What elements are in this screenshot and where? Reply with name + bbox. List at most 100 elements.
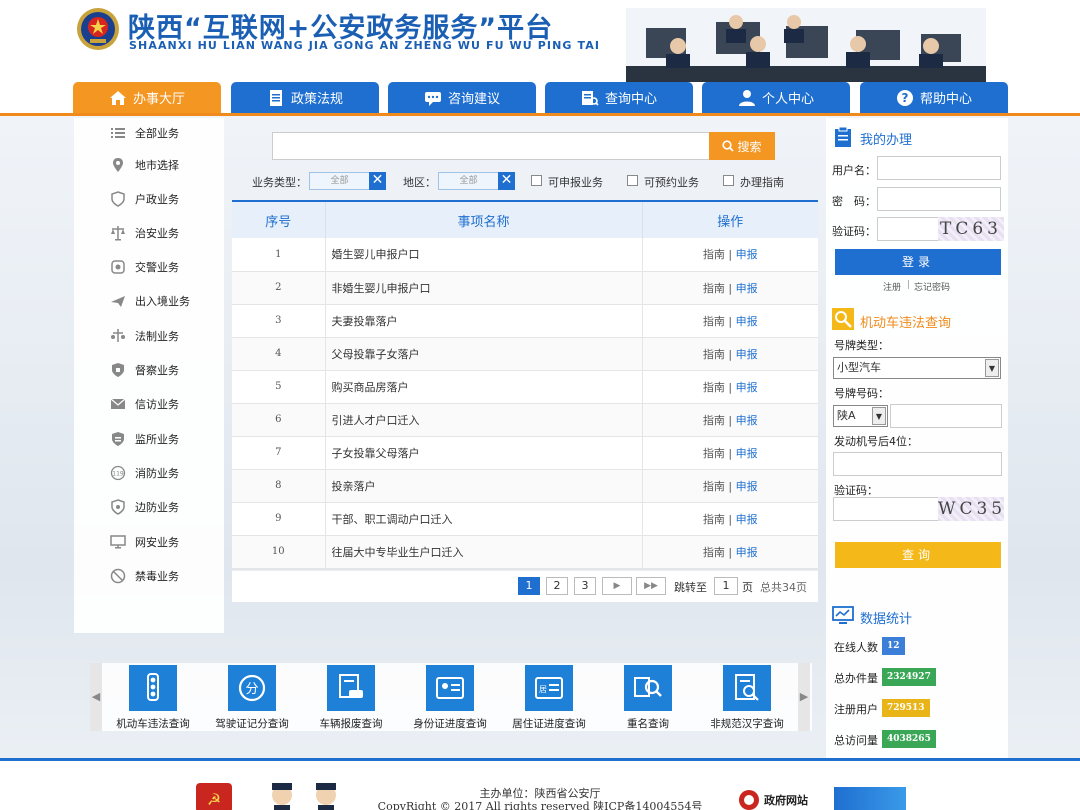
- sidebar-item-traffic[interactable]: 交警业务: [74, 252, 224, 282]
- apply-link[interactable]: 申报: [736, 480, 758, 493]
- row-item-name: 干部、职工调动户口迁入: [325, 502, 643, 536]
- quick-prev-button[interactable]: ◀: [90, 663, 102, 731]
- quick-service-item[interactable]: 非规范汉字查询: [697, 663, 797, 731]
- plane-icon: [111, 296, 125, 307]
- page-button-2[interactable]: 2: [546, 577, 568, 595]
- guide-link[interactable]: 指南: [703, 513, 725, 526]
- login-button[interactable]: 登录: [835, 249, 1001, 275]
- sidebar-item-household[interactable]: 户政业务: [74, 184, 224, 214]
- quick-service-item[interactable]: 重名查询: [598, 663, 698, 731]
- nav-tab-personal-center[interactable]: 个人中心: [702, 82, 850, 113]
- sidebar-item-detention[interactable]: 监所业务: [74, 424, 224, 454]
- police-emblem-icon: [77, 8, 119, 50]
- violation-captcha-input[interactable]: [833, 497, 939, 521]
- plate-prefix-select[interactable]: 陕A ▼: [833, 405, 888, 427]
- username-input[interactable]: [877, 156, 1001, 180]
- sidebar-item-legal[interactable]: 法制业务: [74, 321, 224, 351]
- quick-service-item[interactable]: 机动车违法查询: [103, 663, 203, 731]
- quick-next-button[interactable]: ▶: [798, 663, 810, 731]
- guide-checkbox[interactable]: [723, 175, 734, 186]
- apply-link[interactable]: 申报: [736, 381, 758, 394]
- bookable-label: 可预约业务: [644, 176, 699, 189]
- forgot-password-link[interactable]: 忘记密码: [914, 280, 950, 293]
- nav-tab-label: 帮助中心: [919, 92, 972, 107]
- violation-query-button[interactable]: 查询: [835, 542, 1001, 568]
- apply-link[interactable]: 申报: [736, 315, 758, 328]
- quick-service-item[interactable]: 车辆报废查询: [301, 663, 401, 731]
- region-select[interactable]: 全部: [438, 172, 499, 190]
- sidebar-item-border[interactable]: 边防业务: [74, 492, 224, 522]
- guide-link[interactable]: 指南: [703, 480, 725, 493]
- search-button[interactable]: 搜索: [709, 132, 775, 160]
- guide-link[interactable]: 指南: [703, 315, 725, 328]
- login-captcha-input[interactable]: [877, 217, 939, 241]
- business-type-select[interactable]: 全部: [309, 172, 370, 190]
- guide-link[interactable]: 指南: [703, 348, 725, 361]
- nav-tab-help-center[interactable]: ? 帮助中心: [860, 82, 1008, 113]
- car-scrap-icon: [339, 674, 363, 698]
- last-page-button[interactable]: ▶▶: [636, 577, 666, 595]
- sidebar-item-immigration[interactable]: 出入境业务: [74, 286, 224, 316]
- quick-service-label: 重名查询: [627, 718, 669, 730]
- action-separator: |: [728, 248, 733, 262]
- guide-link[interactable]: 指南: [703, 381, 725, 394]
- engine-number-input[interactable]: [833, 452, 1002, 476]
- apply-link[interactable]: 申报: [736, 447, 758, 460]
- nav-tab-service-hall[interactable]: 办事大厅: [73, 82, 221, 113]
- sidebar-item-city[interactable]: 地市选择: [74, 150, 224, 180]
- guide-link[interactable]: 指南: [703, 248, 725, 261]
- apply-link[interactable]: 申报: [736, 414, 758, 427]
- jump-page-input[interactable]: 1: [714, 577, 738, 595]
- violation-captcha-image[interactable]: WC35: [938, 497, 1004, 521]
- sidebar-item-label: 地市选择: [135, 159, 179, 172]
- sidebar-item-inspection[interactable]: 督察业务: [74, 355, 224, 385]
- password-input[interactable]: [877, 187, 1001, 211]
- sidebar-item-label: 户政业务: [135, 193, 179, 206]
- nav-tab-query-center[interactable]: 查询中心: [545, 82, 693, 113]
- business-type-clear-button[interactable]: ✕: [369, 172, 386, 190]
- table-row: 10 往届大中专毕业生户口迁入 指南 | 申报: [232, 535, 818, 569]
- apply-link[interactable]: 申报: [736, 546, 758, 559]
- apply-link[interactable]: 申报: [736, 348, 758, 361]
- row-actions: 指南 | 申报: [642, 337, 818, 371]
- region-clear-button[interactable]: ✕: [498, 172, 515, 190]
- nav-tab-label: 办事大厅: [132, 92, 185, 107]
- next-page-button[interactable]: ▶: [602, 577, 632, 595]
- gov-link-banner[interactable]: [834, 787, 906, 810]
- sidebar-item-cyber[interactable]: 网安业务: [74, 527, 224, 557]
- search-input[interactable]: [272, 132, 710, 160]
- apply-link[interactable]: 申报: [736, 513, 758, 526]
- login-captcha-image[interactable]: TC63: [938, 217, 1004, 241]
- quick-service-item[interactable]: 分驾驶证记分查询: [202, 663, 302, 731]
- table-row: 4 父母投靠子女落户 指南 | 申报: [232, 337, 818, 371]
- nav-tab-policy[interactable]: 政策法规: [231, 82, 379, 113]
- guide-link[interactable]: 指南: [703, 447, 725, 460]
- site-footer: ☭ 主办单位：陕西省公安厅 CopyRight © 2017 All right…: [0, 758, 1080, 810]
- nav-tab-consult[interactable]: 咨询建议: [388, 82, 536, 113]
- sidebar-item-all[interactable]: 全部业务: [74, 118, 224, 148]
- sidebar-item-security[interactable]: 治安业务: [74, 218, 224, 248]
- bookable-checkbox[interactable]: [627, 175, 638, 186]
- register-link[interactable]: 注册: [883, 280, 901, 293]
- apply-link[interactable]: 申报: [736, 282, 758, 295]
- guide-link[interactable]: 指南: [703, 282, 725, 295]
- page-button-1[interactable]: 1: [518, 577, 540, 595]
- declarable-checkbox[interactable]: [531, 175, 542, 186]
- gov-site-badge[interactable]: 政府网站: [738, 787, 816, 810]
- apply-link[interactable]: 申报: [736, 248, 758, 261]
- page-button-3[interactable]: 3: [574, 577, 596, 595]
- quick-service-item[interactable]: 居居住证进度查询: [499, 663, 599, 731]
- plate-number-input[interactable]: [890, 404, 1002, 428]
- clipboard-icon: [835, 126, 851, 147]
- quick-service-item[interactable]: 身份证进度查询: [400, 663, 500, 731]
- row-item-name: 购买商品房落户: [325, 370, 643, 404]
- guide-link[interactable]: 指南: [703, 546, 725, 559]
- row-number: 6: [232, 403, 326, 437]
- sidebar-item-fire[interactable]: 119 消防业务: [74, 458, 224, 488]
- sidebar-item-drug[interactable]: 禁毒业务: [74, 561, 224, 591]
- guide-link[interactable]: 指南: [703, 414, 725, 427]
- column-header-action: 操作: [642, 200, 818, 238]
- stat-value-badge: 2324927: [882, 668, 936, 686]
- plate-type-select[interactable]: 小型汽车 ▼: [833, 357, 1001, 379]
- sidebar-item-petition[interactable]: 信访业务: [74, 389, 224, 419]
